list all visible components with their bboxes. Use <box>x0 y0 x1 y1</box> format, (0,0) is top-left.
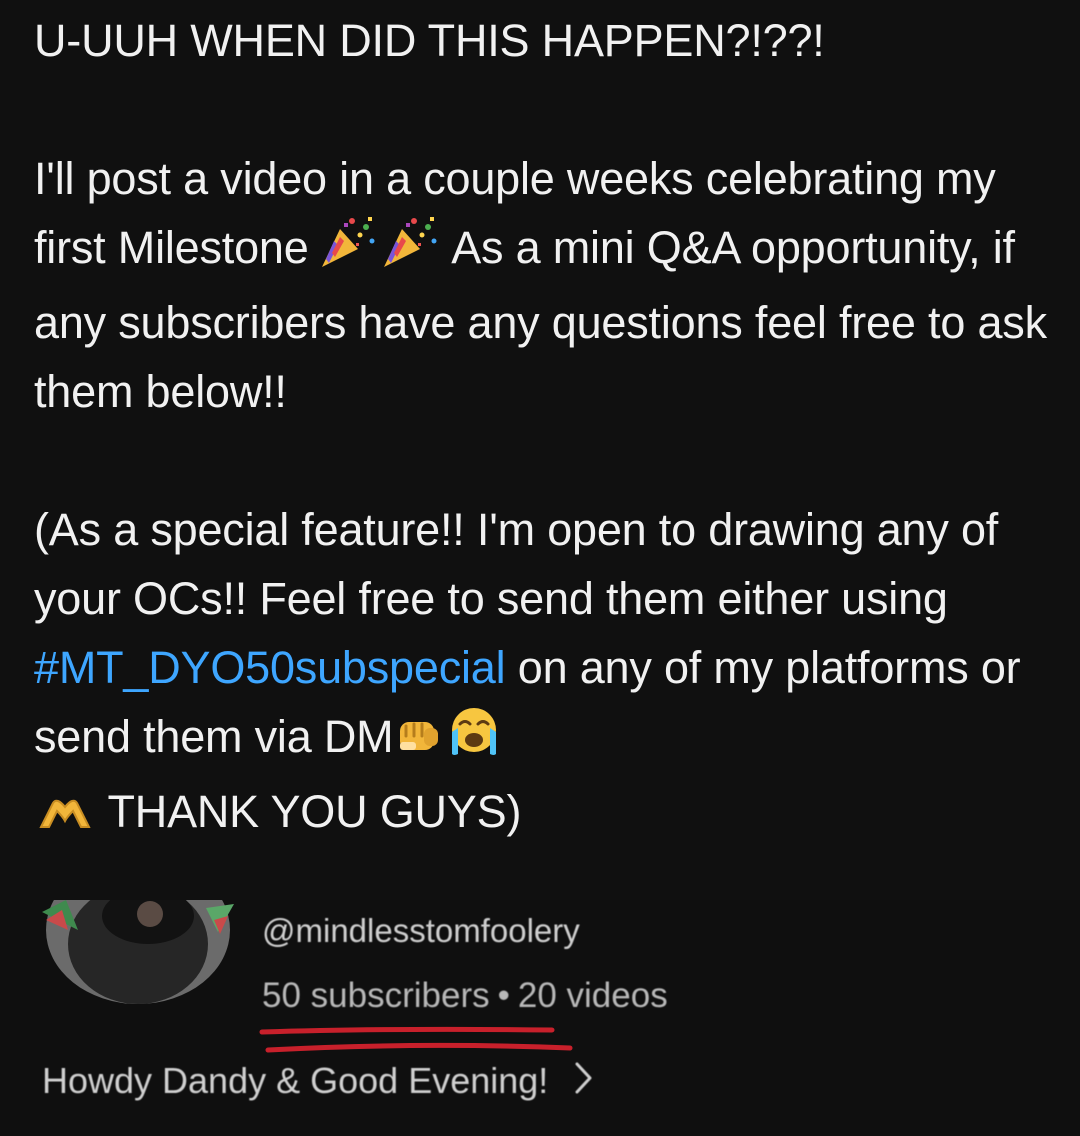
fist-bump-icon <box>394 708 444 777</box>
video-count: 20 videos <box>517 976 668 1015</box>
channel-card[interactable]: @mindlesstomfoolery 50 subscribers • 20 vi… <box>0 900 1080 1136</box>
avatar[interactable] <box>38 900 238 1008</box>
channel-description: Howdy Dandy & Good Evening! <box>42 1060 549 1101</box>
party-popper-icon <box>318 213 378 288</box>
post-text: U-UUH WHEN DID THIS HAPPEN?!??! I'll pos… <box>34 6 1064 852</box>
channel-stats: 50 subscribers • 20 videos <box>262 976 668 1016</box>
special-text: (As a special feature!! I'm open to draw… <box>34 504 999 624</box>
crying-face-icon <box>446 704 502 777</box>
thanks-text: THANK YOU GUYS) <box>96 786 522 837</box>
hashtag-link[interactable]: #MT_DYO50subspecial <box>34 642 506 693</box>
post-paragraph-special: (As a special feature!! I'm open to draw… <box>34 495 1064 852</box>
party-popper-icon <box>380 213 440 288</box>
post-headline: U-UUH WHEN DID THIS HAPPEN?!??! <box>34 15 825 66</box>
subscriber-count: 50 subscribers <box>262 976 490 1015</box>
post-paragraph-milestone: I'll post a video in a couple weeks cele… <box>34 144 1064 426</box>
channel-description-link[interactable]: Howdy Dandy & Good Evening! <box>42 1060 594 1104</box>
channel-handle: @mindlesstomfoolery <box>262 912 580 949</box>
heart-hands-icon <box>35 783 95 852</box>
chevron-right-icon <box>574 1061 594 1104</box>
stats-separator: • <box>497 976 510 1015</box>
